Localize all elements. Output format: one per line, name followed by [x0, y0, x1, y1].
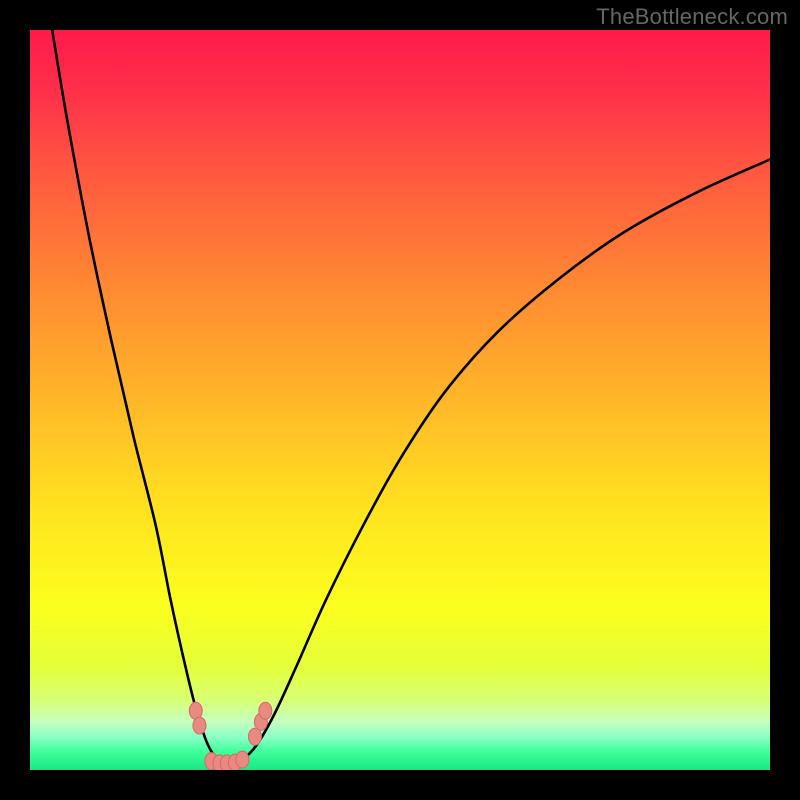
marker-point [248, 728, 261, 745]
curve-layer [30, 30, 770, 770]
plot-area [30, 30, 770, 770]
bottleneck-curve [52, 30, 770, 763]
curve-markers [189, 702, 272, 770]
chart-frame: TheBottleneck.com [0, 0, 800, 800]
marker-point [236, 751, 249, 768]
watermark-text: TheBottleneck.com [596, 4, 788, 30]
marker-point [259, 702, 272, 719]
marker-point [193, 717, 206, 734]
